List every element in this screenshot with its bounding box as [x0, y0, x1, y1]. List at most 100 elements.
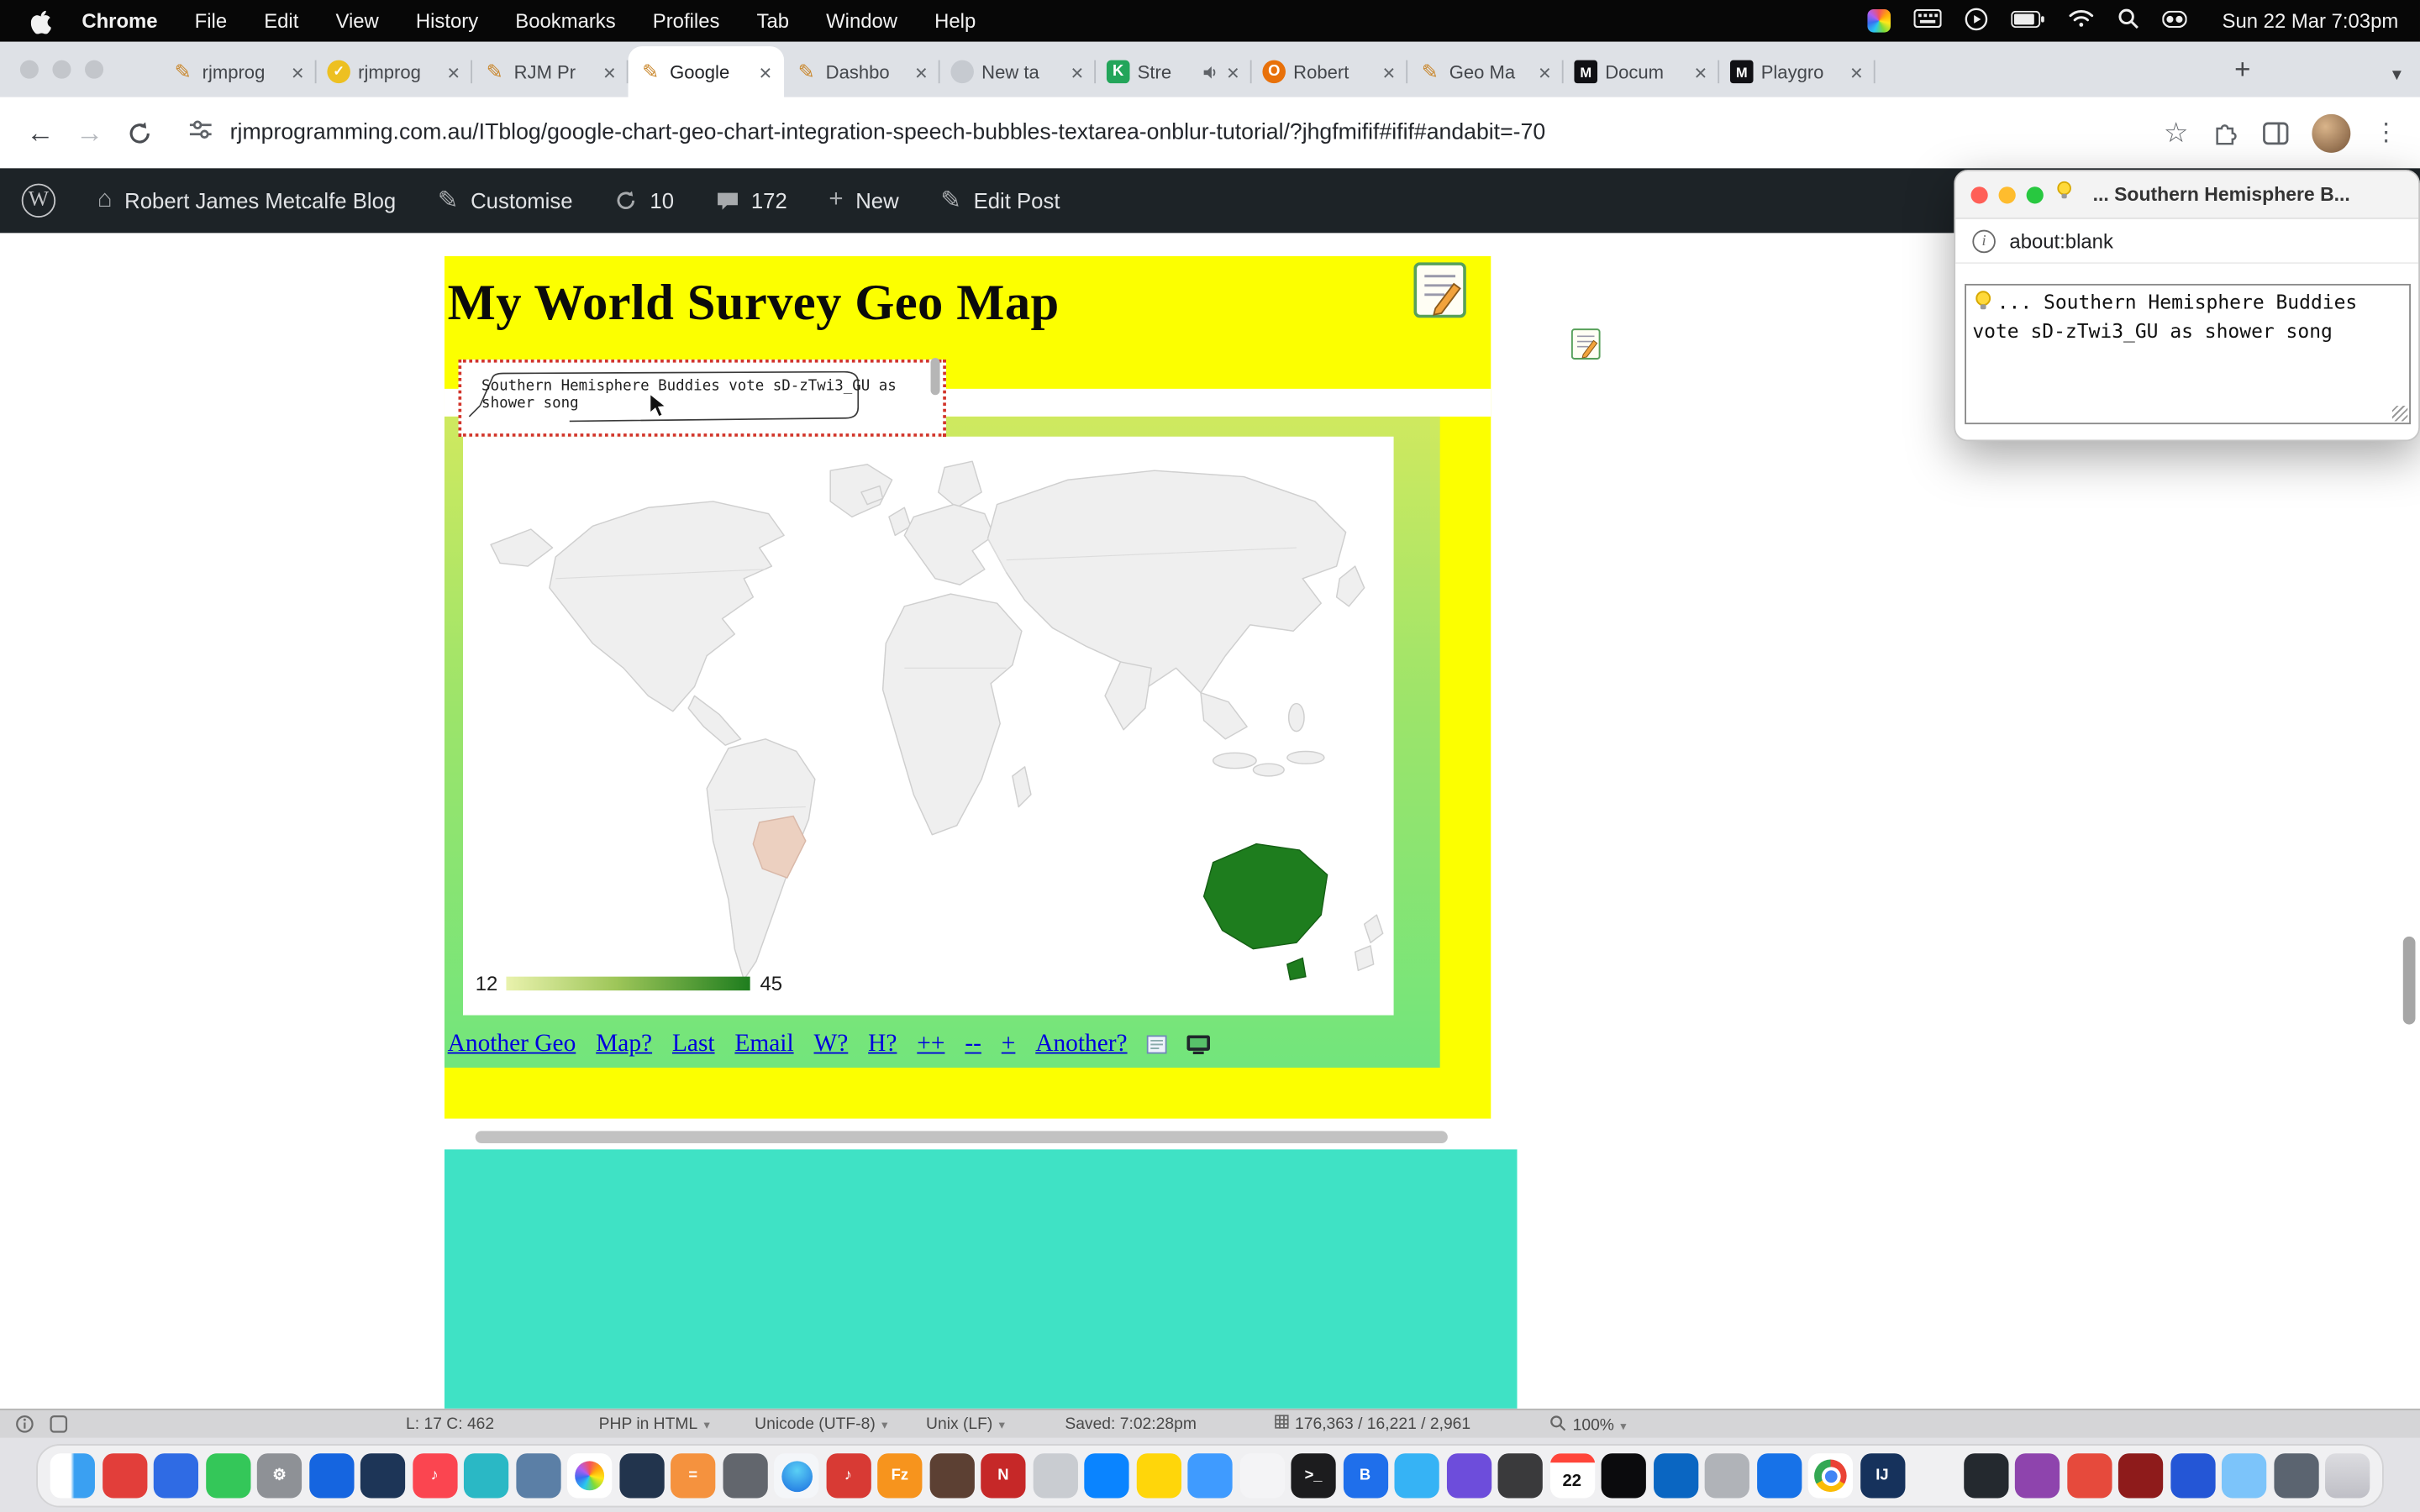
dock-app-blue-6[interactable] — [1756, 1453, 1801, 1498]
menu-item-help[interactable]: Help — [934, 9, 976, 33]
back-button[interactable]: ← — [15, 108, 65, 158]
wifi-icon[interactable] — [2068, 9, 2094, 33]
popup-url-row[interactable]: i about:blank — [1955, 219, 2418, 264]
menu-item-history[interactable]: History — [416, 9, 478, 33]
extensions-puzzle-icon[interactable] — [2212, 118, 2239, 146]
dock-app-orange[interactable]: Fz — [877, 1453, 922, 1498]
tab-close-icon[interactable]: × — [1849, 61, 1865, 83]
menu-extra-app-icon[interactable] — [1867, 9, 1891, 33]
dock-app-red[interactable] — [102, 1453, 146, 1498]
dock-intellij[interactable]: IJ — [1860, 1453, 1904, 1498]
menu-item-view[interactable]: View — [335, 9, 378, 33]
browser-menu-kebab-icon[interactable]: ⋮ — [2374, 118, 2398, 149]
dock-app-violet[interactable] — [1446, 1453, 1491, 1498]
active-app-name[interactable]: Chrome — [82, 9, 157, 33]
menu-item-bookmarks[interactable]: Bookmarks — [515, 9, 615, 33]
browser-tab[interactable]: New ta× — [940, 46, 1097, 97]
vertical-scrollbar-thumb[interactable] — [2403, 937, 2416, 1025]
dock-messages[interactable] — [205, 1453, 250, 1498]
tab-close-icon[interactable]: × — [913, 61, 929, 83]
page-link[interactable]: Map? — [596, 1031, 652, 1058]
dock-app-blue-3[interactable] — [1084, 1453, 1128, 1498]
omnibox[interactable]: rjmprogramming.com.au/ITblog/google-char… — [173, 107, 2151, 159]
dock-calculator[interactable]: = — [671, 1453, 715, 1498]
control-center-icon[interactable] — [2162, 9, 2186, 33]
bookmark-star-icon[interactable]: ☆ — [2164, 117, 2189, 150]
page-link[interactable]: ++ — [917, 1031, 944, 1058]
tab-close-icon[interactable]: × — [1070, 61, 1086, 83]
dock-app-blue[interactable] — [154, 1453, 198, 1498]
speech-bubble-textarea[interactable]: Southern Hemisphere Buddies vote sD-zTwi… — [459, 360, 946, 437]
spotlight-search-icon[interactable] — [2118, 8, 2139, 34]
wp-new[interactable]: + New — [829, 186, 898, 214]
wp-comments[interactable]: 172 — [716, 188, 787, 213]
tab-search-chevron-icon[interactable]: ▾ — [2392, 63, 2402, 85]
dock-trash[interactable] — [2325, 1453, 2370, 1498]
profile-avatar[interactable] — [2312, 113, 2350, 152]
browser-tab[interactable]: ORobert× — [1252, 46, 1408, 97]
horizontal-scrollbar[interactable] — [476, 1131, 1448, 1143]
page-link[interactable]: -- — [965, 1031, 981, 1058]
status-zoom-level[interactable]: 100%▾ — [1549, 1415, 1627, 1436]
dock-system-settings[interactable]: ⚙ — [257, 1453, 302, 1498]
browser-tab[interactable]: ✎rjmprog× — [160, 46, 317, 97]
menu-item-file[interactable]: File — [195, 9, 227, 33]
textarea-scrollbar-thumb[interactable] — [931, 358, 940, 395]
dock-app-gray-2[interactable] — [1705, 1453, 1749, 1498]
dock-app-silver[interactable] — [1033, 1453, 1077, 1498]
popup-close-button[interactable] — [1971, 186, 1988, 202]
dock-app-blue-4[interactable] — [1187, 1453, 1232, 1498]
dock-app-black[interactable] — [1602, 1453, 1646, 1498]
side-panel-icon[interactable] — [2263, 121, 2289, 144]
dock-github[interactable] — [1963, 1453, 2007, 1498]
tab-close-icon[interactable]: × — [757, 61, 773, 83]
apple-logo-icon[interactable] — [31, 8, 51, 33]
battery-icon[interactable] — [2011, 9, 2044, 33]
tab-close-icon[interactable]: × — [290, 61, 306, 83]
dock-app-red-3[interactable] — [2066, 1453, 2111, 1498]
notepad-pencil-icon[interactable] — [1413, 262, 1465, 318]
menu-item-edit[interactable]: Edit — [264, 9, 298, 33]
forward-button[interactable]: → — [65, 108, 114, 158]
dock-app-b[interactable]: B — [1343, 1453, 1387, 1498]
dock-terminal[interactable]: >_ — [1291, 1453, 1335, 1498]
page-link[interactable]: H? — [868, 1031, 897, 1058]
dock-app-purple[interactable] — [2015, 1453, 2060, 1498]
popup-title-bar[interactable]: ... Southern Hemisphere B... — [1955, 171, 2418, 219]
status-line-endings[interactable]: Unix (LF)▾ — [926, 1415, 1005, 1433]
page-link[interactable]: + — [1002, 1031, 1016, 1058]
info-icon[interactable]: i — [1972, 229, 1996, 253]
dock-netflix[interactable]: N — [981, 1453, 1025, 1498]
dock-calendar[interactable]: 22 — [1549, 1453, 1594, 1498]
dock-app-dark-blue[interactable] — [619, 1453, 664, 1498]
status-edit-icon[interactable] — [50, 1415, 68, 1433]
page-link[interactable]: Another? — [1035, 1031, 1127, 1058]
popup-window[interactable]: ... Southern Hemisphere B... i about:bla… — [1954, 170, 2420, 441]
dock-app-gray[interactable] — [723, 1453, 767, 1498]
dock-photos[interactable] — [567, 1453, 612, 1498]
mail-icon[interactable] — [1147, 1035, 1167, 1053]
keyboard-icon[interactable] — [1913, 9, 1941, 33]
dock-zoom-app[interactable] — [2222, 1453, 2266, 1498]
menu-item-window[interactable]: Window — [826, 9, 897, 33]
page-link[interactable]: Email — [734, 1031, 793, 1058]
dock-app-red-2[interactable]: ♪ — [826, 1453, 871, 1498]
new-tab-button[interactable]: + — [2226, 52, 2260, 86]
dock-music[interactable]: ♪ — [412, 1453, 456, 1498]
page-link[interactable]: Another Geo — [448, 1031, 576, 1058]
wp-logo[interactable]: W — [22, 184, 55, 218]
tab-close-icon[interactable]: × — [1693, 61, 1709, 83]
wp-site-name[interactable]: ⌂ Robert James Metcalfe Blog — [97, 186, 396, 214]
close-window-button[interactable] — [20, 60, 39, 79]
site-info-icon[interactable] — [188, 117, 213, 150]
monitor-icon[interactable] — [1187, 1035, 1211, 1055]
url-text[interactable]: rjmprogramming.com.au/ITblog/google-char… — [230, 120, 1545, 144]
page-link[interactable]: W? — [814, 1031, 849, 1058]
tab-close-icon[interactable]: × — [1225, 61, 1241, 83]
dock-app-blue-5[interactable] — [1653, 1453, 1697, 1498]
menu-item-profiles[interactable]: Profiles — [653, 9, 720, 33]
tab-close-icon[interactable]: × — [1381, 61, 1397, 83]
wp-edit-post[interactable]: ✎ Edit Post — [940, 185, 1060, 216]
status-syntax-mode[interactable]: PHP in HTML▾ — [599, 1415, 710, 1433]
dock-app-teal[interactable] — [464, 1453, 508, 1498]
